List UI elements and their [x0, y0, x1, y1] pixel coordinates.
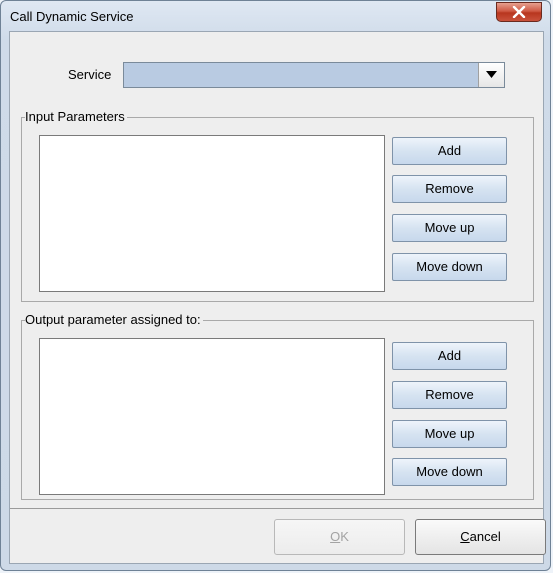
close-button[interactable]	[496, 2, 542, 22]
service-dropdown-button[interactable]	[478, 63, 504, 87]
cancel-mnemonic: C	[460, 529, 470, 544]
output-parameter-group: Output parameter assigned to: Add Remove…	[21, 312, 534, 500]
service-label: Service	[68, 67, 112, 82]
output-move-down-button[interactable]: Move down	[392, 458, 507, 486]
ok-label: K	[340, 529, 349, 544]
close-icon	[512, 5, 526, 19]
input-remove-button[interactable]: Remove	[392, 175, 507, 203]
input-add-button[interactable]: Add	[392, 137, 507, 165]
dialog-content: Service Input Parameters Add Remove Move…	[9, 31, 546, 564]
window-title: Call Dynamic Service	[10, 9, 134, 24]
ok-mnemonic: O	[330, 529, 341, 544]
service-combobox[interactable]	[123, 62, 505, 88]
output-add-button[interactable]: Add	[392, 342, 507, 370]
input-parameters-title: Input Parameters	[25, 109, 127, 124]
footer-separator	[10, 508, 543, 509]
input-move-down-button[interactable]: Move down	[392, 253, 507, 281]
input-parameters-list[interactable]	[39, 135, 385, 292]
dialog-window: Call Dynamic Service Service Input Param…	[0, 0, 551, 571]
cancel-button[interactable]: Cancel	[415, 519, 546, 555]
chevron-down-icon	[486, 71, 497, 78]
output-parameter-list[interactable]	[39, 338, 385, 495]
service-value	[124, 63, 478, 87]
input-parameters-group: Input Parameters Add Remove Move up Move…	[21, 109, 534, 302]
input-move-up-button[interactable]: Move up	[392, 214, 507, 242]
output-parameter-title: Output parameter assigned to:	[25, 312, 203, 327]
output-move-up-button[interactable]: Move up	[392, 420, 507, 448]
ok-button[interactable]: OK	[274, 519, 405, 555]
cancel-label: ancel	[469, 529, 501, 544]
title-bar[interactable]: Call Dynamic Service	[1, 1, 550, 31]
output-remove-button[interactable]: Remove	[392, 381, 507, 409]
